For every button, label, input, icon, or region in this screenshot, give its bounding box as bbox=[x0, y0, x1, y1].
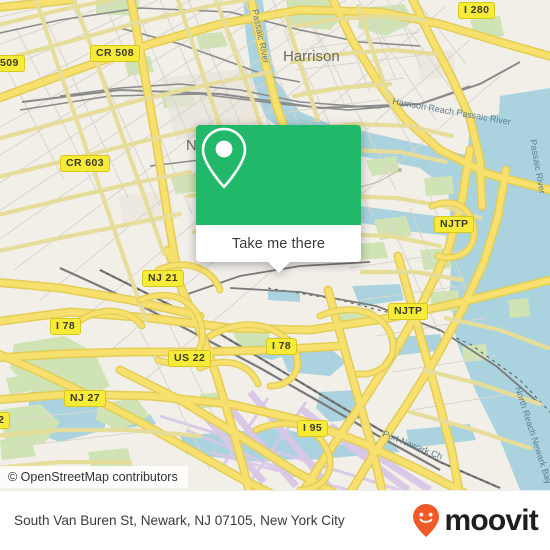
popup-header bbox=[196, 125, 361, 225]
moovit-wordmark: moovit bbox=[444, 503, 538, 537]
map-pin-icon bbox=[201, 127, 247, 189]
road-shield-cr-603[interactable]: CR 603 bbox=[60, 155, 111, 172]
popup-pointer bbox=[267, 262, 290, 273]
road-shield-njtp-south[interactable]: NJTP bbox=[388, 303, 429, 320]
road-shield-i-78-west[interactable]: I 78 bbox=[50, 318, 82, 335]
map-canvas[interactable]: Passaic River Harrison Reach Passaic Riv… bbox=[0, 0, 550, 490]
footer-bar: South Van Buren St, Newark, NJ 07105, Ne… bbox=[0, 490, 550, 550]
destination-popup[interactable]: Take me there bbox=[196, 125, 361, 273]
road-shield-i-78-east[interactable]: I 78 bbox=[266, 338, 298, 355]
road-shield-nj-27[interactable]: NJ 27 bbox=[64, 390, 107, 407]
address-label: South Van Buren St, Newark, NJ 07105, Ne… bbox=[14, 512, 345, 528]
moovit-map-screen: Passaic River Harrison Reach Passaic Riv… bbox=[0, 0, 550, 550]
road-shield-i-280[interactable]: I 280 bbox=[458, 2, 496, 19]
place-label-harrison: Harrison bbox=[283, 48, 340, 65]
road-shield-nj-21[interactable]: NJ 21 bbox=[142, 270, 185, 287]
road-shield-2[interactable]: 2 bbox=[0, 412, 11, 429]
road-shield-i-95[interactable]: I 95 bbox=[297, 420, 329, 437]
moovit-pin-icon bbox=[413, 503, 440, 537]
popup-action-bar[interactable]: Take me there bbox=[196, 225, 361, 262]
road-shield-cr-508[interactable]: CR 508 bbox=[90, 45, 141, 62]
take-me-there-label: Take me there bbox=[231, 235, 326, 252]
map-attribution[interactable]: © OpenStreetMap contributors bbox=[0, 466, 188, 488]
road-shield-us-22[interactable]: US 22 bbox=[168, 350, 212, 367]
road-shield-509[interactable]: 509 bbox=[0, 55, 25, 72]
road-shield-njtp-north[interactable]: NJTP bbox=[434, 216, 475, 233]
moovit-logo[interactable]: moovit bbox=[411, 503, 550, 539]
